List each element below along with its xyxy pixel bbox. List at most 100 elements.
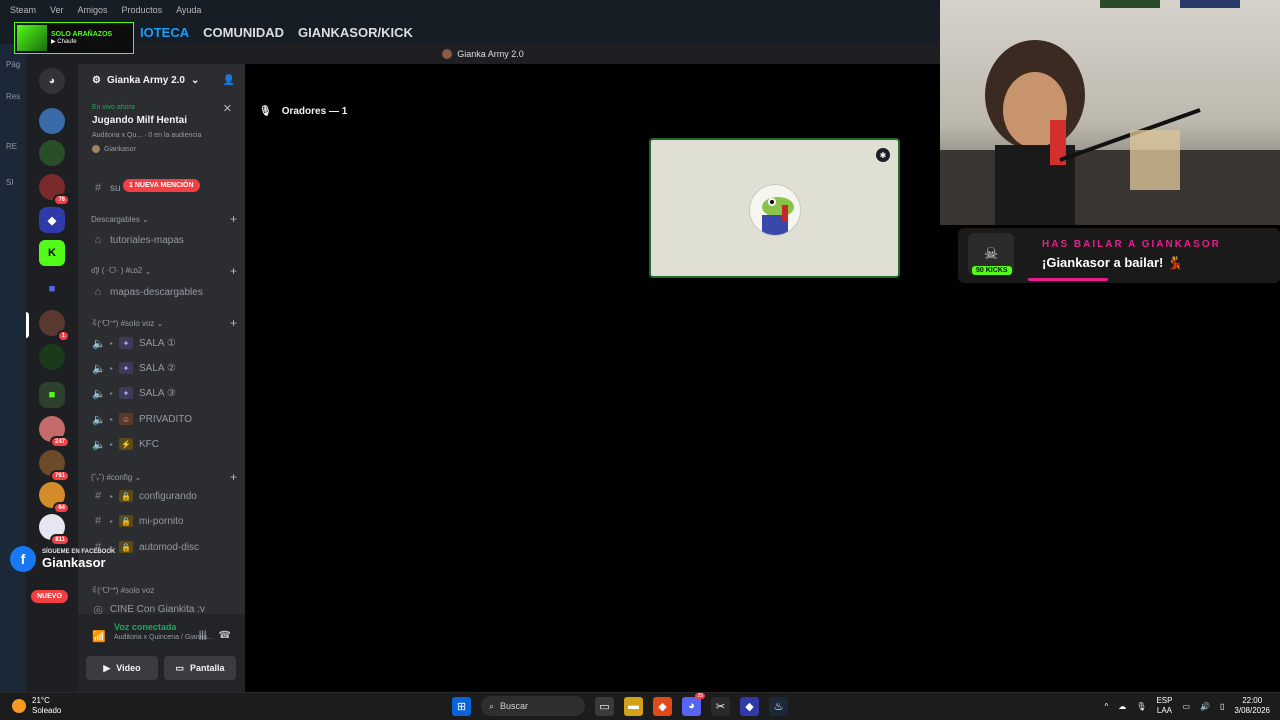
folder-icon[interactable]: ■ — [39, 276, 65, 302]
facebook-icon: f — [10, 546, 36, 572]
close-icon[interactable]: ✕ — [223, 102, 232, 115]
noise-suppression-icon[interactable]: ||| — [199, 630, 207, 641]
voice-channel-sala1[interactable]: 🔈 ▸ ✦ SALA ① — [86, 333, 238, 353]
chevron-up-icon[interactable]: ^ — [1105, 702, 1109, 711]
channel-configurando[interactable]: # ▸ 🔒 configurando — [86, 486, 238, 506]
server-icon[interactable] — [39, 108, 65, 134]
taskbar-apps: ⊞ ⌕ Buscar ▭ ▬ ◆ ◕ 25 ✂ ◆ ♨ — [452, 692, 788, 716]
category-descargables[interactable]: Descargables ⌄ + — [91, 212, 237, 226]
host-name: Giankasor — [104, 145, 136, 153]
chevron-down-icon: ⌄ — [144, 266, 152, 276]
hash-icon: # — [94, 490, 102, 502]
add-member-icon[interactable]: 👤 — [223, 75, 235, 86]
steam-menu-ayuda[interactable]: Ayuda — [176, 5, 201, 15]
category-config[interactable]: (˘ᵥ˘) #config ⌄ + — [91, 470, 237, 484]
add-channel-icon[interactable]: + — [230, 470, 237, 484]
channel-label: PRIVADITO — [139, 413, 192, 425]
kick-server-icon[interactable]: K — [39, 240, 65, 266]
channel-label: su — [110, 182, 121, 194]
channel-label: SALA ③ — [139, 387, 176, 399]
steam-taskbar-icon[interactable]: ♨ — [769, 696, 788, 716]
webcam-feed — [940, 0, 1280, 225]
add-channel-icon[interactable]: + — [230, 212, 237, 226]
windows-taskbar: 21°C Soleado ⊞ ⌕ Buscar ▭ ▬ ◆ ◕ 25 ✂ ◆ ♨ ^… — [0, 692, 1280, 720]
steam-left-label: Pág — [6, 60, 21, 69]
battery-icon[interactable]: ▯ — [1220, 702, 1224, 711]
voice-channel-sala3[interactable]: 🔈 ▸ ✦ SALA ③ — [86, 383, 238, 403]
channel-mapas-descargables[interactable]: ⌂ mapas-descargables — [86, 282, 238, 302]
live-stage-card[interactable]: En vivo ahora Jugando Milf Hentai Audito… — [86, 100, 238, 166]
moderator-icon: ✱ — [876, 148, 890, 162]
server-icon[interactable] — [39, 140, 65, 166]
search-icon: ⌕ — [489, 700, 495, 711]
unread-badge: 1 — [56, 330, 70, 342]
channel-label: CINE Con Giankita :v — [110, 603, 206, 615]
steam-nav-community[interactable]: COMUNIDAD — [203, 25, 284, 40]
category-label: ꉂ(ᵔᗜᵔ*) #solo voz — [91, 586, 155, 595]
discord-taskbar-icon[interactable]: ◕ 25 — [682, 692, 705, 716]
chevron-down-icon: ⌄ — [190, 74, 200, 86]
capcut-icon[interactable]: ✂ — [711, 696, 730, 716]
category-solo-voz-2[interactable]: ꉂ(ᵔᗜᵔ*) #solo voz — [91, 583, 237, 597]
clock[interactable]: 22:00 3/08/2026 — [1234, 696, 1270, 716]
steam-nav-profile[interactable]: GIANKASOR/KICK — [298, 25, 413, 40]
server-icon[interactable]: 247 — [39, 416, 70, 448]
server-icon[interactable]: 811 — [39, 514, 70, 546]
keyboard-layout: LAA — [1156, 706, 1173, 715]
discord-home-icon[interactable]: ◕ — [39, 68, 65, 94]
taskbar-search[interactable]: ⌕ Buscar — [481, 696, 585, 716]
steam-menu-amigos[interactable]: Amigos — [78, 5, 108, 15]
channel-mi-pornito[interactable]: # ▸ 🔒 mi-pornito — [86, 511, 238, 531]
new-badge: NUEVO — [31, 590, 68, 603]
steam-menu-ver[interactable]: Ver — [50, 5, 64, 15]
signal-icon: 📶 — [92, 631, 106, 643]
language-indicator[interactable]: ESP LAA — [1156, 696, 1172, 716]
channel-label: mapas-descargables — [110, 286, 203, 298]
server-icon[interactable] — [39, 344, 65, 370]
steam-menu-steam[interactable]: Steam — [10, 5, 36, 15]
voice-channel-privadito[interactable]: 🔈 ▸ ☺ PRIVADITO — [86, 409, 238, 429]
voice-channel-sala2[interactable]: 🔈 ▸ ✦ SALA ② — [86, 358, 238, 378]
server-icon[interactable]: ◆ — [39, 207, 65, 233]
search-label: Buscar — [500, 701, 529, 711]
screen-share-button[interactable]: ▭ Pantalla — [164, 656, 236, 680]
microphone-icon[interactable]: 🎙 — [1136, 702, 1146, 711]
task-view-icon[interactable]: ▭ — [595, 696, 614, 716]
steam-nav-library[interactable]: IOTECA — [140, 25, 189, 40]
brave-browser-icon[interactable]: ◆ — [653, 696, 672, 716]
emoji-icon: ✦ — [119, 387, 134, 399]
add-channel-icon[interactable]: + — [230, 264, 237, 278]
file-explorer-icon[interactable]: ▬ — [624, 696, 643, 716]
volume-icon[interactable]: 🔊 — [1200, 702, 1210, 711]
windows-start-icon[interactable]: ⊞ — [452, 696, 471, 716]
app-icon[interactable]: ◆ — [740, 696, 759, 716]
disconnect-icon[interactable]: ☎ — [219, 630, 231, 641]
server-icon[interactable]: 64 — [39, 482, 70, 514]
server-icon[interactable]: 761 — [39, 450, 70, 482]
speaker-tile[interactable]: ✱ — [649, 138, 900, 278]
folder-icon[interactable]: ■ — [39, 382, 65, 408]
screen-icon: ▭ — [175, 662, 184, 673]
server-icon[interactable]: 1 — [39, 310, 70, 342]
video-button[interactable]: ▶ Video — [86, 656, 158, 680]
server-icon[interactable]: 76 — [39, 174, 70, 206]
video-label: Video — [116, 663, 141, 673]
add-channel-icon[interactable]: + — [230, 316, 237, 330]
window-title: Gianka Army 2.0 — [457, 49, 524, 59]
category-solo-voz[interactable]: ꉂ(ᵔᗜᵔ*) #solo voz ⌄ + — [91, 316, 237, 330]
new-mention-badge[interactable]: 1 NUEVA MENCIÓN — [123, 179, 200, 192]
channel-label: KFC — [139, 438, 160, 450]
steam-menu-productos[interactable]: Productos — [122, 5, 163, 15]
voice-channel-kfc[interactable]: 🔈 ▸ ⚡ KFC — [86, 434, 238, 454]
onedrive-icon[interactable]: ☁ — [1118, 702, 1126, 711]
server-header[interactable]: ⚙ Gianka Army 2.0 ⌄ 👤 — [78, 64, 245, 96]
unread-badge: 761 — [49, 470, 70, 482]
channel-tutoriales-mapas[interactable]: ⌂ tutoriales-mapas — [86, 230, 238, 250]
arrow-icon: ▸ — [110, 441, 114, 448]
avatar — [749, 184, 801, 236]
category-ld2[interactable]: ʛ]l ( ·ᗜ· ) #ʟᴅ2 ⌄ + — [91, 264, 237, 278]
live-stage-meta: Auditoria x Qu... · 0 en la audiencia — [92, 132, 202, 139]
unread-badge: 76 — [53, 194, 70, 206]
weather-widget[interactable]: 21°C Soleado — [12, 696, 61, 716]
network-icon[interactable]: ▭ — [1182, 702, 1190, 711]
